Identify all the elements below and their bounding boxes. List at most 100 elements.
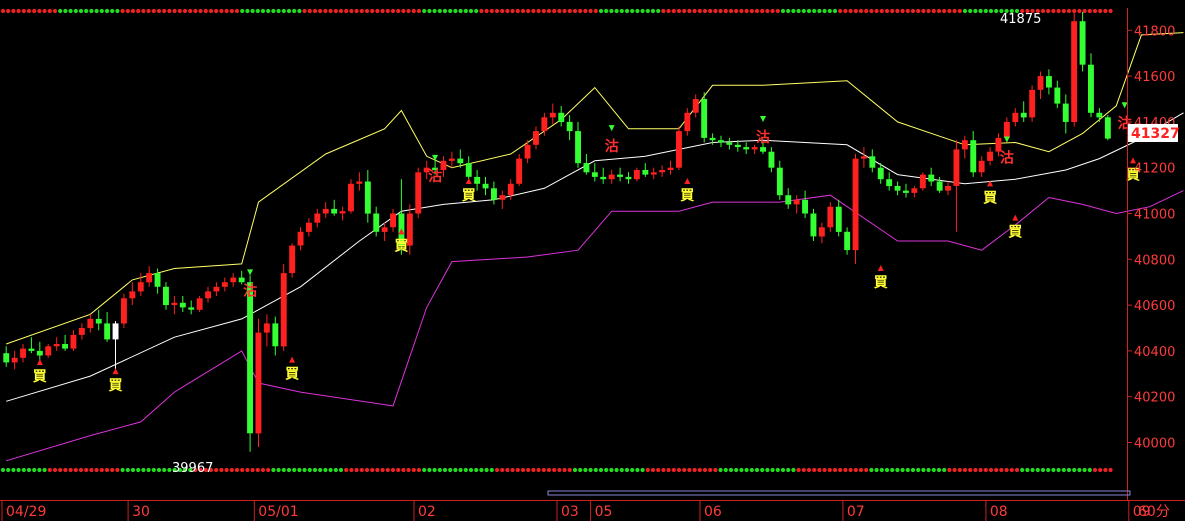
top-signal-dot xyxy=(307,8,312,14)
bottom-signal-dot xyxy=(1061,467,1066,473)
top-signal-dot xyxy=(916,8,921,14)
bottom-signal-dot xyxy=(588,467,593,473)
candle-body xyxy=(280,273,287,347)
top-signal-dot xyxy=(162,8,167,14)
bottom-signal-dot xyxy=(879,467,884,473)
candle-body xyxy=(726,142,733,145)
sell-signal-label: 沽 xyxy=(428,168,442,185)
bottom-signal-dot xyxy=(432,467,437,473)
candle-body xyxy=(818,227,825,237)
bottom-signal-dot xyxy=(437,467,442,473)
top-signal-dot xyxy=(520,8,526,14)
bottom-signal-dot xyxy=(37,467,42,473)
bottom-signal-dot xyxy=(489,467,494,473)
top-signal-dot xyxy=(952,8,957,14)
top-signal-dot xyxy=(1056,8,1061,14)
bottom-signal-dot xyxy=(604,467,609,473)
candle-body xyxy=(608,174,615,180)
top-signal-dot xyxy=(203,8,208,14)
candle-body xyxy=(751,147,758,150)
candle-body xyxy=(255,332,262,434)
top-signal-dot xyxy=(240,8,245,14)
bottom-signal-dot xyxy=(593,467,598,473)
top-signal-dot xyxy=(588,8,593,14)
candle-body xyxy=(53,344,60,347)
candle-body xyxy=(272,323,279,347)
bottom-signal-dot xyxy=(531,467,536,473)
candle-body xyxy=(297,231,304,246)
bottom-signal-dot xyxy=(832,467,838,473)
bottom-signal-dot xyxy=(120,467,125,473)
bottom-signal-dot xyxy=(838,467,843,473)
top-signal-dot xyxy=(671,8,676,14)
buy-signal-label: 買 xyxy=(874,275,889,291)
bottom-signal-dot xyxy=(916,467,921,473)
candle-body xyxy=(78,328,85,335)
x-tick-label: 30 xyxy=(132,504,150,520)
candle-body xyxy=(734,144,741,148)
top-signal-dot xyxy=(479,8,484,14)
bottom-signal-dot xyxy=(271,467,276,473)
candle-body xyxy=(121,298,127,324)
bottom-signal-dot xyxy=(333,467,338,473)
bottom-signal-dot xyxy=(68,467,73,473)
bottom-signal-dot xyxy=(734,467,739,473)
candle-body xyxy=(45,346,52,356)
top-signal-dot xyxy=(739,8,744,14)
bottom-signal-dot xyxy=(520,467,526,473)
bottom-signal-dot xyxy=(801,467,806,473)
top-signal-dot xyxy=(838,8,843,14)
bottom-signal-dot xyxy=(656,467,661,473)
bottom-signal-dot xyxy=(364,467,370,473)
buy-signal-label: 買 xyxy=(462,188,477,204)
candle-body xyxy=(95,318,102,324)
candle-body xyxy=(768,151,775,168)
top-signal-dot xyxy=(136,8,141,14)
top-signal-dot xyxy=(167,8,172,14)
top-signal-dot xyxy=(536,8,541,14)
bottom-signal-dot xyxy=(110,467,115,473)
bottom-signal-dot xyxy=(853,467,858,473)
bottom-signal-dot xyxy=(104,467,110,473)
bottom-signal-dot xyxy=(406,467,411,473)
candle-body xyxy=(911,188,918,193)
top-signal-dot xyxy=(619,8,624,14)
bottom-signal-dot xyxy=(266,467,271,473)
period-label: 60分 xyxy=(1138,504,1170,520)
top-signal-dot xyxy=(858,8,864,14)
top-signal-dot xyxy=(968,8,973,14)
candle-body xyxy=(146,273,153,283)
top-signal-dot xyxy=(666,8,671,14)
candle-body xyxy=(718,140,724,143)
top-signal-dot xyxy=(900,8,905,14)
candle-body xyxy=(591,172,598,177)
bottom-signal-dot xyxy=(375,467,380,473)
y-tick-label: 41000 xyxy=(1134,208,1175,223)
bottom-signal-dot xyxy=(42,467,47,473)
top-signal-dot xyxy=(323,8,328,14)
top-signal-dot xyxy=(557,8,562,14)
candle-body xyxy=(28,348,35,351)
bottom-signal-dot xyxy=(786,467,791,473)
top-signal-dot xyxy=(276,8,281,14)
candle-body xyxy=(263,323,270,333)
top-signal-dot xyxy=(718,8,723,14)
bottom-signal-dot xyxy=(697,467,702,473)
top-signal-dot xyxy=(734,8,739,14)
bottom-signal-dot xyxy=(926,467,931,473)
top-signal-dot xyxy=(156,8,162,14)
candle-body xyxy=(760,147,766,152)
top-signal-dot xyxy=(224,8,229,14)
bottom-signal-dot xyxy=(822,467,827,473)
candle-body xyxy=(566,121,573,132)
candle-body xyxy=(625,176,632,180)
candle-body xyxy=(213,286,220,292)
bottom-signal-dot xyxy=(276,467,281,473)
bottom-signal-dot xyxy=(297,467,302,473)
top-signal-dot xyxy=(422,8,427,14)
x-tick-label: 05 xyxy=(595,504,613,520)
top-signal-dot xyxy=(188,8,193,14)
top-signal-dot xyxy=(390,8,396,14)
top-signal-dot xyxy=(869,8,874,14)
x-tick-label: 05/01 xyxy=(258,504,298,520)
